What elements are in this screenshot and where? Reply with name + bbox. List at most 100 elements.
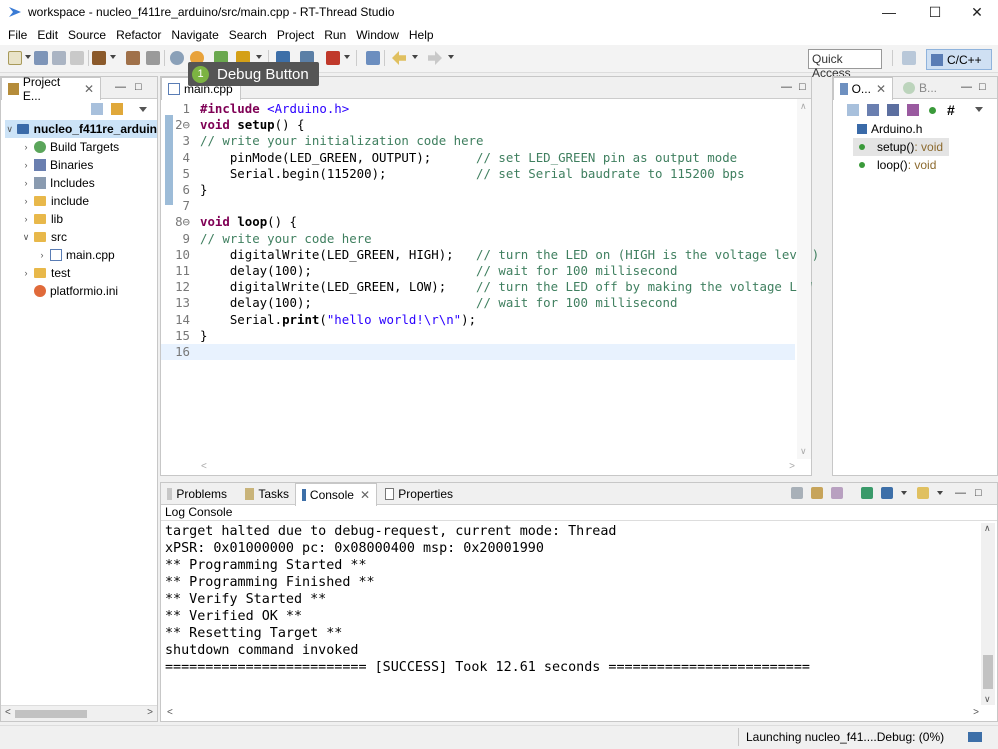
code-line[interactable]: 14 Serial.print("hello world!\r\n"); — [161, 312, 795, 328]
tree-item-include[interactable]: › include — [21, 192, 90, 210]
tree-item-project-root[interactable]: ∨ nucleo_f411re_arduin — [5, 120, 157, 138]
chevron-down-icon[interactable] — [25, 55, 31, 59]
horizontal-scrollbar[interactable]: < > — [165, 707, 979, 719]
minimize-icon[interactable]: — — [781, 81, 792, 93]
menu-project[interactable]: Project — [273, 28, 320, 42]
save-icon[interactable] — [34, 51, 48, 65]
hide-static-icon[interactable] — [907, 104, 919, 116]
tree-item-lib[interactable]: › lib — [21, 210, 64, 228]
close-icon[interactable]: ✕ — [954, 0, 998, 24]
maximize-icon[interactable]: □ — [135, 81, 142, 93]
tree-item-src[interactable]: ∨ src — [21, 228, 67, 246]
outline-item-loop[interactable]: loop() : void — [853, 156, 936, 174]
sdk-manager-icon[interactable] — [170, 51, 184, 65]
code-line[interactable]: 16 — [161, 344, 795, 361]
hash-icon[interactable]: # — [947, 102, 955, 118]
chevron-down-icon[interactable] — [110, 55, 116, 59]
link-editor-icon[interactable] — [111, 103, 123, 115]
save-all-icon[interactable] — [52, 51, 66, 65]
code-line[interactable]: 4 pinMode(LED_GREEN, OUTPUT); // set LED… — [161, 150, 795, 166]
scroll-up-icon[interactable]: ∧ — [984, 523, 991, 534]
tab-console[interactable]: Console ✕ — [295, 483, 377, 506]
code-line[interactable]: 13 delay(100); // wait for 100 milliseco… — [161, 295, 795, 311]
tree-item-includes[interactable]: › Includes — [21, 174, 95, 192]
tab-project-explorer[interactable]: Project E... ✕ — [1, 75, 101, 103]
scroll-up-icon[interactable]: ∧ — [800, 101, 807, 112]
clean-icon[interactable] — [126, 51, 140, 65]
maximize-icon[interactable]: ☐ — [912, 0, 958, 24]
menu-source[interactable]: Source — [64, 28, 112, 42]
chevron-down-icon[interactable] — [344, 55, 350, 59]
collapse-all-icon[interactable] — [847, 104, 859, 116]
close-icon[interactable]: ✕ — [876, 82, 886, 96]
console-output[interactable]: target halted due to debug-request, curr… — [165, 523, 979, 676]
minimize-icon[interactable]: — — [955, 487, 966, 499]
code-line[interactable]: 7 — [161, 198, 795, 214]
back-arrow-icon[interactable] — [392, 51, 406, 65]
scroll-left-icon[interactable]: < — [5, 707, 11, 718]
tab-properties[interactable]: Properties — [379, 483, 459, 505]
chevron-down-icon[interactable] — [901, 491, 907, 495]
view-menu-icon[interactable] — [975, 107, 983, 112]
menu-refactor[interactable]: Refactor — [112, 28, 167, 42]
collapse-all-icon[interactable] — [91, 103, 103, 115]
chevron-right-icon[interactable]: › — [21, 142, 31, 152]
chevron-right-icon[interactable]: › — [21, 268, 31, 278]
menu-help[interactable]: Help — [405, 28, 440, 42]
scroll-left-icon[interactable]: < — [201, 461, 207, 472]
code-line[interactable]: 5 Serial.begin(115200); // set Serial ba… — [161, 166, 795, 182]
code-line[interactable]: 3 // write your initialization code here — [161, 133, 795, 149]
tab-outline[interactable]: O... ✕ — [833, 77, 893, 100]
perspective-cpp-button[interactable]: C/C++ — [926, 49, 992, 70]
print-icon[interactable] — [70, 51, 84, 65]
progress-icon[interactable] — [968, 732, 982, 742]
tree-item-binaries[interactable]: › Binaries — [21, 156, 94, 174]
scroll-lock-icon[interactable] — [811, 487, 823, 499]
chevron-right-icon[interactable]: › — [21, 196, 31, 206]
new-file-icon[interactable] — [8, 51, 22, 65]
view-menu-icon[interactable] — [139, 107, 147, 112]
chevron-down-icon[interactable] — [937, 491, 943, 495]
scrollbar-thumb[interactable] — [15, 710, 87, 718]
vertical-scrollbar[interactable]: ∧ ∨ — [797, 99, 811, 459]
minimize-icon[interactable]: — — [961, 81, 972, 93]
tree-item-platformio-ini[interactable]: platformio.ini — [34, 282, 118, 300]
code-line[interactable]: 12 digitalWrite(LED_GREEN, LOW); // turn… — [161, 279, 812, 295]
sort-icon[interactable] — [867, 104, 879, 116]
menu-navigate[interactable]: Navigate — [167, 28, 224, 42]
scroll-right-icon[interactable]: > — [789, 461, 795, 472]
scroll-right-icon[interactable]: > — [147, 707, 153, 718]
vertical-scrollbar[interactable]: ∧ ∨ — [981, 523, 995, 705]
code-line[interactable]: 8⊖ void loop() { — [161, 214, 795, 230]
quick-access-input[interactable]: Quick Access — [808, 49, 882, 80]
open-console-icon[interactable] — [917, 487, 929, 499]
display-console-icon[interactable] — [881, 487, 893, 499]
menu-window[interactable]: Window — [352, 28, 405, 42]
layout-icon[interactable] — [366, 51, 380, 65]
scrollbar-thumb[interactable] — [983, 655, 993, 689]
code-line[interactable]: 6} — [161, 182, 795, 198]
chevron-down-icon[interactable] — [448, 55, 454, 59]
code-line[interactable]: 1 #include <Arduino.h> — [161, 101, 795, 117]
minimize-icon[interactable]: — — [866, 0, 912, 24]
word-wrap-icon[interactable] — [831, 487, 843, 499]
chevron-down-icon[interactable] — [256, 55, 262, 59]
scroll-down-icon[interactable]: ∨ — [800, 446, 807, 457]
chevron-down-icon[interactable]: ∨ — [5, 124, 14, 135]
chevron-right-icon[interactable]: › — [21, 214, 31, 224]
outline-item-setup[interactable]: setup() : void — [853, 138, 949, 156]
code-editor[interactable]: 1 #include <Arduino.h> 2⊖ void setup() {3 //… — [161, 99, 819, 459]
clear-console-icon[interactable] — [791, 487, 803, 499]
tree-item-build-targets[interactable]: › Build Targets — [21, 138, 120, 156]
code-line[interactable]: 10 digitalWrite(LED_GREEN, HIGH); // tur… — [161, 247, 819, 263]
record-icon[interactable] — [326, 51, 340, 65]
settings-icon[interactable] — [146, 51, 160, 65]
hide-non-public-icon[interactable] — [929, 107, 936, 114]
menu-edit[interactable]: Edit — [33, 28, 64, 42]
code-line[interactable]: 2⊖ void setup() { — [161, 117, 795, 133]
menu-run[interactable]: Run — [320, 28, 352, 42]
code-line[interactable]: 11 delay(100); // wait for 100 milliseco… — [161, 263, 795, 279]
horizontal-scrollbar[interactable]: < > — [1, 705, 157, 721]
scroll-right-icon[interactable]: > — [973, 707, 979, 718]
chevron-right-icon[interactable]: › — [21, 160, 31, 170]
